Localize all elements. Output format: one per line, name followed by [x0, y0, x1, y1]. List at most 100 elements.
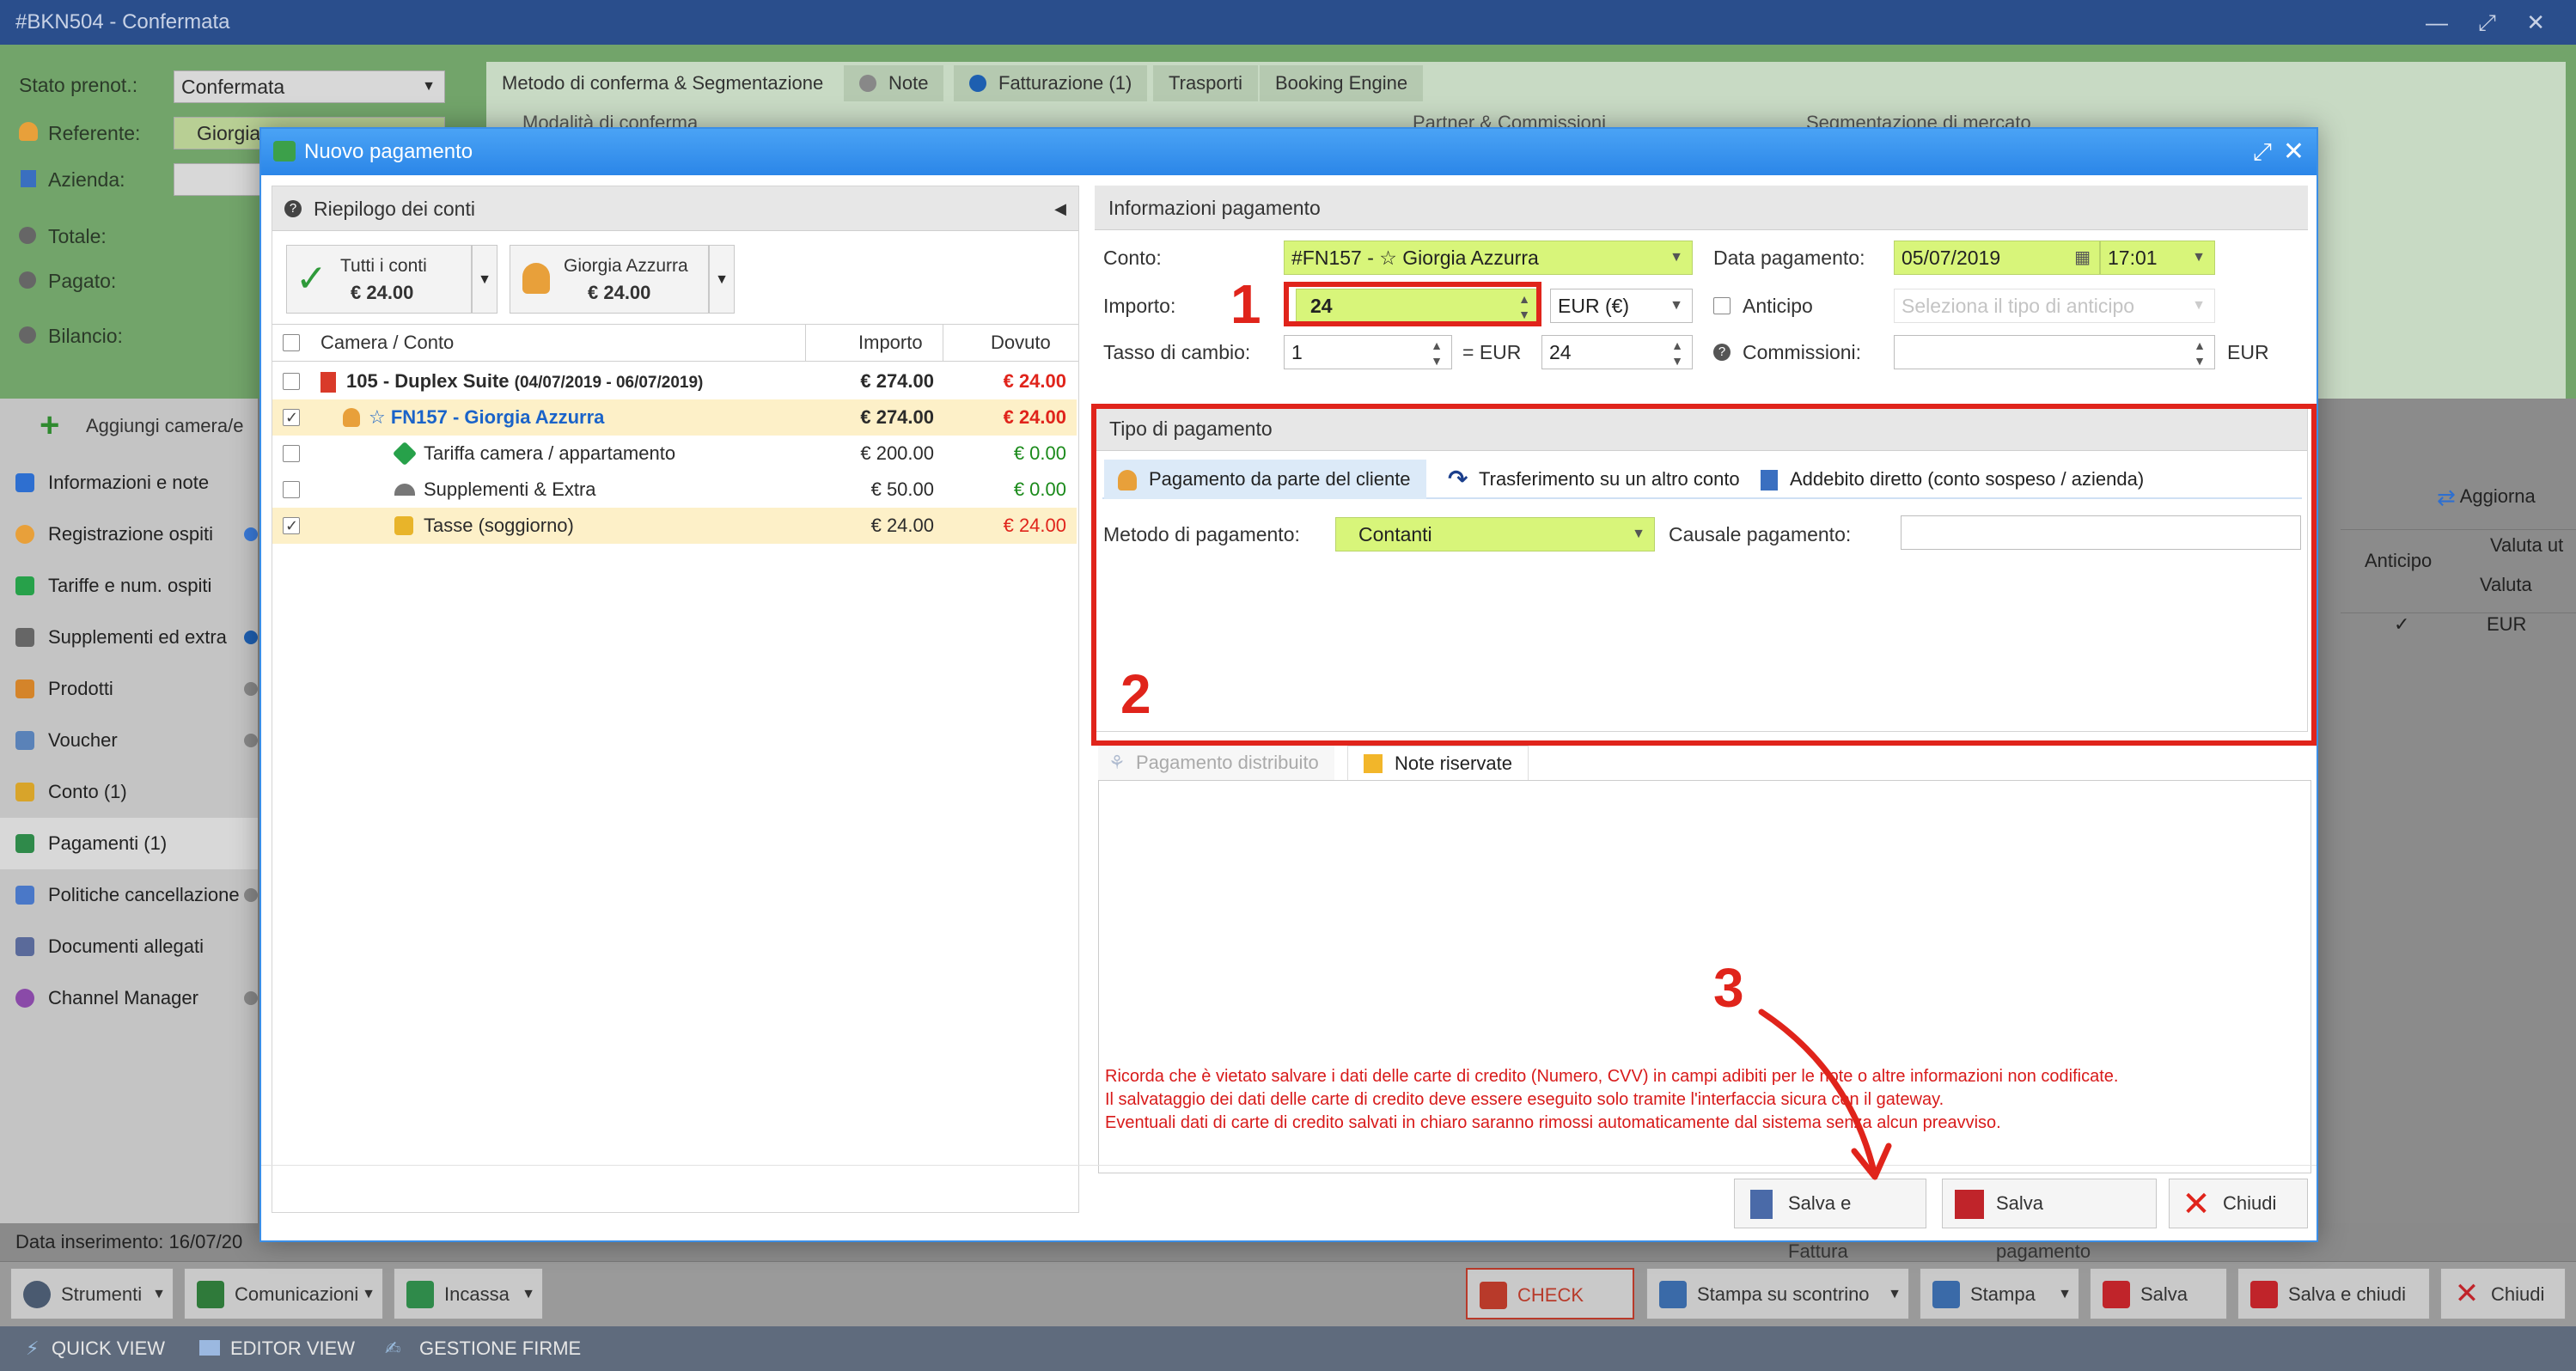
annotation-box-tipo-pagamento: [1091, 404, 2317, 746]
refresh-icon: ⇄: [2437, 484, 2456, 511]
table-row[interactable]: 105 - Duplex Suite (04/07/2019 - 06/07/2…: [272, 363, 1077, 399]
tab-fatturazione[interactable]: Fatturazione (1): [954, 65, 1148, 101]
quick-view-tab[interactable]: ⚡ QUICK VIEW: [26, 1326, 165, 1371]
tab-trasporti[interactable]: Trasporti: [1153, 65, 1258, 101]
close-icon: ✕: [2454, 1277, 2480, 1310]
tab-metodo-conferma[interactable]: Metodo di conferma & Segmentazione: [486, 65, 839, 101]
sidebar-item-tariffe[interactable]: Tariffe e num. ospiti: [0, 560, 258, 612]
sidebar-item-informazioni[interactable]: Informazioni e note: [0, 457, 258, 509]
row-checkbox[interactable]: [283, 373, 300, 390]
tab-pagamento-distribuito[interactable]: ⚘ Pagamento distribuito: [1098, 746, 1334, 780]
chat-icon: [197, 1281, 224, 1308]
row-checkbox[interactable]: [283, 481, 300, 498]
plus-icon: +: [40, 406, 60, 444]
chiudi-toolbar-button[interactable]: ✕ Chiudi: [2440, 1268, 2566, 1319]
anticipo-tipo-select[interactable]: Seleziona il tipo di anticipo ▼: [1894, 289, 2215, 323]
tasso-input[interactable]: 1 ▲ ▼: [1284, 335, 1452, 369]
monitor-icon: [199, 1340, 220, 1356]
card-guest-label: Giorgia Azzurra: [564, 256, 688, 276]
card-all-dropdown[interactable]: ▼: [472, 245, 497, 314]
commissioni-input[interactable]: ▲ ▼: [1894, 335, 2215, 369]
strumenti-button[interactable]: Strumenti ▼: [10, 1268, 174, 1319]
ora-input[interactable]: 17:01 ▼: [2100, 241, 2215, 275]
window-titlebar: #BKN504 - Confermata — ⤢ ✕: [0, 0, 2576, 45]
currency-select[interactable]: EUR (€) ▼: [1550, 289, 1693, 323]
row-name: Tariffa camera / appartamento: [424, 442, 676, 464]
sticky-note-icon: [1364, 754, 1383, 773]
tab-note[interactable]: Note: [844, 65, 944, 101]
row-checkbox[interactable]: [283, 399, 300, 436]
window-controls[interactable]: — ⤢ ✕: [2426, 0, 2557, 45]
close-icon[interactable]: ✕: [2283, 129, 2304, 175]
incassa-button[interactable]: Incassa ▼: [394, 1268, 543, 1319]
bell-icon: [15, 628, 34, 647]
sidebar-item-supplementi[interactable]: Supplementi ed extra: [0, 612, 258, 663]
table-row[interactable]: ☆ FN157 - Giorgia Azzurra € 274.00 € 24.…: [272, 399, 1077, 436]
check-out-button[interactable]: CHECK OUT: [1466, 1268, 1634, 1357]
data-pagamento-input[interactable]: 05/07/2019 ▦: [1894, 241, 2100, 275]
sidebar-item-politiche[interactable]: Politiche cancellazione: [0, 869, 258, 921]
person-icon: [15, 525, 34, 544]
stampa-scontrino-button[interactable]: Stampa su scontrino ▼: [1646, 1268, 1909, 1319]
row-importo: € 274.00: [860, 370, 934, 392]
anticipo-checkbox-label[interactable]: Anticipo: [1713, 289, 1813, 323]
coins-icon: [394, 516, 413, 535]
account-card-guest[interactable]: Giorgia Azzurra € 24.00: [510, 245, 709, 314]
row-dovuto: € 0.00: [1013, 442, 1066, 464]
conto-label: Conto:: [1103, 247, 1162, 269]
table-row[interactable]: Tasse (soggiorno) € 24.00 € 24.00: [272, 508, 1077, 544]
maximize-icon[interactable]: ⤢: [2253, 129, 2272, 175]
stato-select[interactable]: Confermata ▼: [174, 70, 445, 103]
table-row[interactable]: Tariffa camera / appartamento € 200.00 €…: [272, 436, 1077, 472]
conto-select[interactable]: #FN157 - ☆ Giorgia Azzurra ▼: [1284, 241, 1693, 275]
collapse-icon[interactable]: ◀: [1054, 186, 1066, 231]
sidebar-item-prodotti[interactable]: Prodotti: [0, 663, 258, 715]
salva-pagamento-button[interactable]: Salva pagamento: [1942, 1179, 2157, 1262]
anticipo-checkbox[interactable]: [1713, 297, 1731, 314]
tasso-result-input[interactable]: 24 ▲ ▼: [1541, 335, 1693, 369]
floppy-icon: [2103, 1281, 2130, 1308]
folder-icon: [15, 783, 34, 801]
account-card-all[interactable]: ✓ Tutti i conti € 24.00: [286, 245, 472, 314]
tab-note-riservate[interactable]: Note riservate: [1347, 746, 1529, 780]
stampa-button[interactable]: Stampa ▼: [1920, 1268, 2079, 1319]
gestione-firme-tab[interactable]: ✍ GESTIONE FIRME: [385, 1326, 581, 1371]
person-icon: [522, 263, 550, 294]
row-checkbox[interactable]: [283, 445, 300, 462]
salva-button[interactable]: Salva: [2090, 1268, 2227, 1319]
card-all-label: Tutti i conti: [340, 256, 427, 276]
sidebar-item-channel[interactable]: Channel Manager: [0, 972, 258, 1024]
invoice-icon: [1750, 1190, 1773, 1219]
sidebar-item-documenti[interactable]: Documenti allegati: [0, 921, 258, 972]
importo-label: Importo:: [1103, 295, 1176, 317]
column-importo: Importo: [858, 332, 923, 353]
tasso-label: Tasso di cambio:: [1103, 341, 1251, 363]
chiudi-button[interactable]: ✕ Chiudi: [2169, 1179, 2308, 1228]
row-dovuto: € 24.00: [1003, 515, 1066, 536]
card-guest-dropdown[interactable]: ▼: [709, 245, 735, 314]
tab-booking-engine[interactable]: Booking Engine: [1260, 65, 1424, 101]
sidebar-item-conto[interactable]: Conto (1): [0, 766, 258, 818]
sidebar-item-pagamenti[interactable]: Pagamenti (1): [0, 818, 258, 869]
sidebar-item-registrazione[interactable]: Registrazione ospiti: [0, 509, 258, 560]
table-row[interactable]: Supplementi & Extra € 50.00 € 0.00: [272, 472, 1077, 508]
help-icon: [19, 326, 36, 344]
commissioni-label: ? Commissioni:: [1713, 335, 1861, 369]
pagato-label: Pagato:: [19, 270, 116, 293]
broadcast-icon: [15, 989, 34, 1008]
annotation-number-1: 1: [1230, 273, 1261, 335]
editor-view-tab[interactable]: EDITOR VIEW: [199, 1326, 355, 1371]
salva-chiudi-button[interactable]: Salva e chiudi: [2237, 1268, 2430, 1319]
column-dovuto: Dovuto: [991, 332, 1051, 353]
data-pagamento-label: Data pagamento:: [1713, 247, 1865, 269]
row-checkbox[interactable]: [283, 508, 300, 544]
comunicazioni-button[interactable]: Comunicazioni ▼: [184, 1268, 383, 1319]
select-all-checkbox[interactable]: [283, 334, 300, 351]
calendar-icon[interactable]: ▦: [2074, 241, 2091, 274]
cash-icon: [15, 834, 34, 853]
sidebar-item-voucher[interactable]: Voucher: [0, 715, 258, 766]
grid-header-valuta: Valuta: [2480, 574, 2532, 595]
aggiorna-button[interactable]: ⇄ Aggiorna: [2428, 478, 2536, 515]
annotation-box-importo: [1284, 282, 1541, 326]
add-room-button[interactable]: + Aggiungi camera/e: [0, 399, 258, 454]
